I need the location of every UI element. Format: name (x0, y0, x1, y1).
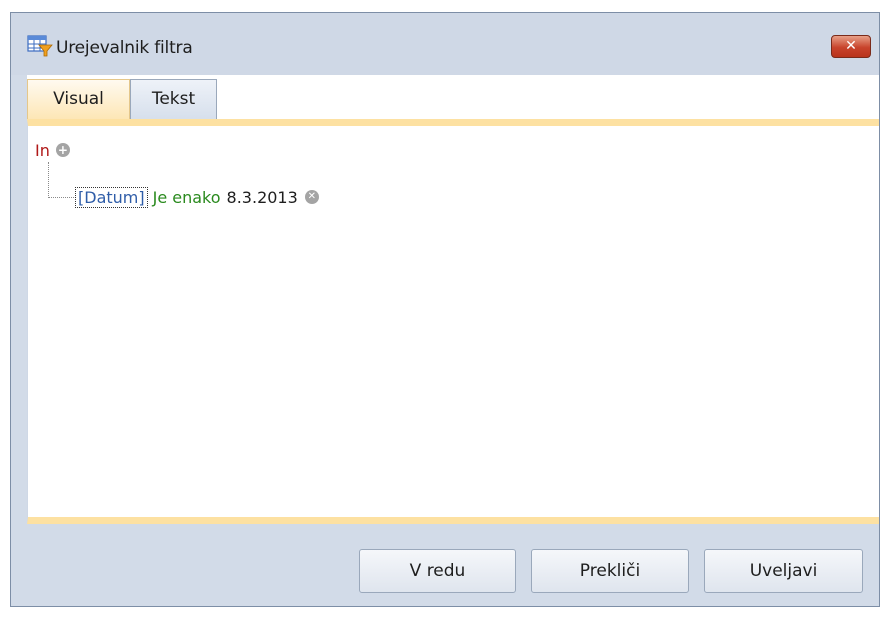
apply-button[interactable]: Uveljavi (704, 549, 863, 593)
tab-visual[interactable]: Visual (27, 79, 130, 120)
tab-tekst-label: Tekst (151, 89, 196, 109)
add-condition-icon[interactable]: + (55, 143, 70, 157)
filter-table-icon (27, 35, 53, 57)
group-node: In + (35, 139, 70, 161)
condition-operator[interactable]: Je enako (153, 188, 221, 207)
ok-button[interactable]: V redu (359, 549, 516, 593)
group-operator[interactable]: In (35, 141, 50, 160)
tab-tekst[interactable]: Tekst (130, 79, 217, 120)
remove-condition-icon[interactable]: ✕ (304, 190, 319, 204)
condition-value[interactable]: 8.3.2013 (227, 188, 298, 207)
filter-tree-editor[interactable]: In + [Datum] Je enako 8.3.2013 ✕ (27, 119, 879, 524)
close-button[interactable]: ✕ (831, 35, 871, 58)
tab-visual-label: Visual (53, 89, 104, 109)
condition-row: [Datum] Je enako 8.3.2013 ✕ (75, 184, 319, 210)
condition-field[interactable]: [Datum] (75, 186, 148, 208)
close-icon: ✕ (845, 38, 857, 54)
cancel-button[interactable]: Prekliči (531, 549, 689, 593)
filter-editor-dialog: Urejevalnik filtra ✕ Visual Tekst In + [… (10, 12, 880, 607)
window-title: Urejevalnik filtra (56, 38, 193, 58)
title-bar: Urejevalnik filtra ✕ (11, 13, 879, 75)
tree-connector (48, 162, 74, 198)
tab-strip: Visual Tekst (27, 75, 879, 120)
